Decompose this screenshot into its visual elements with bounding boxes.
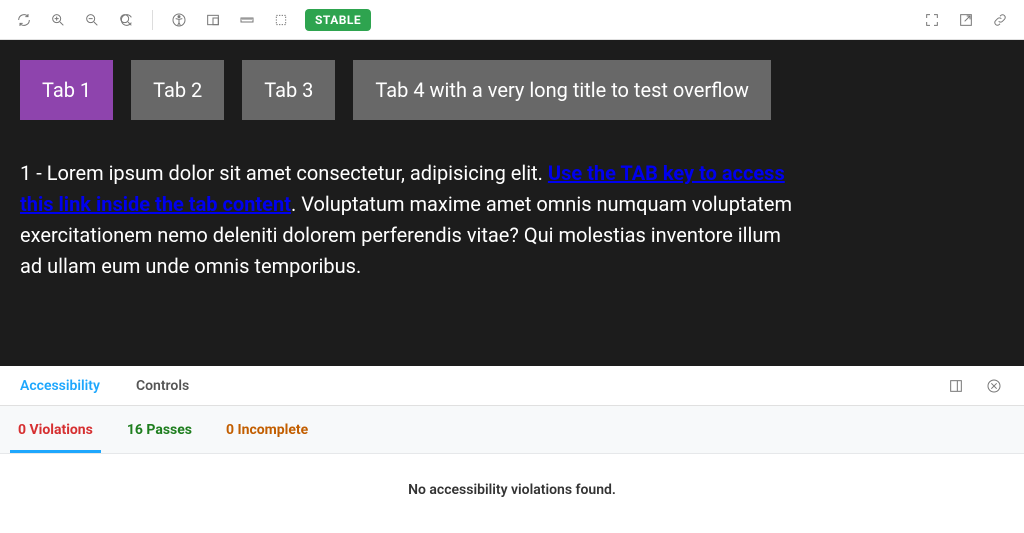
a11y-subtabs: 0 Violations 16 Passes 0 Incomplete	[0, 406, 1024, 454]
preview-canvas: Tab 1 Tab 2 Tab 3 Tab 4 with a very long…	[0, 40, 1024, 366]
tab-4[interactable]: Tab 4 with a very long title to test ove…	[353, 60, 770, 120]
close-icon[interactable]	[980, 372, 1008, 400]
outline-icon[interactable]	[265, 4, 297, 36]
toolbar: STABLE	[0, 0, 1024, 40]
subtab-incomplete[interactable]: 0 Incomplete	[224, 408, 310, 452]
content-text: 1 - Lorem ipsum dolor sit amet consectet…	[20, 161, 548, 185]
subtab-passes[interactable]: 16 Passes	[125, 408, 194, 452]
tab-accessibility[interactable]: Accessibility	[16, 368, 104, 404]
viewport-icon[interactable]	[197, 4, 229, 36]
tab-1[interactable]: Tab 1	[20, 60, 113, 120]
panel-actions	[942, 372, 1008, 400]
measure-icon[interactable]	[231, 4, 263, 36]
status-badge: STABLE	[305, 9, 371, 31]
open-external-icon[interactable]	[950, 4, 982, 36]
tab-3[interactable]: Tab 3	[242, 60, 335, 120]
divider	[152, 10, 153, 30]
addon-panel-tabs: Accessibility Controls	[0, 366, 1024, 406]
zoom-in-icon[interactable]	[42, 4, 74, 36]
toolbar-left: STABLE	[8, 4, 371, 36]
accessibility-icon[interactable]	[163, 4, 195, 36]
subtab-violations[interactable]: 0 Violations	[16, 408, 95, 452]
refresh-icon[interactable]	[8, 4, 40, 36]
sidebar-toggle-icon[interactable]	[942, 372, 970, 400]
component-tabs: Tab 1 Tab 2 Tab 3 Tab 4 with a very long…	[20, 60, 1004, 120]
fullscreen-icon[interactable]	[916, 4, 948, 36]
toolbar-right	[916, 4, 1016, 36]
zoom-out-icon[interactable]	[76, 4, 108, 36]
zoom-reset-icon[interactable]	[110, 4, 142, 36]
link-icon[interactable]	[984, 4, 1016, 36]
tab-2[interactable]: Tab 2	[131, 60, 224, 120]
tab-controls[interactable]: Controls	[132, 368, 193, 404]
tab-panel: 1 - Lorem ipsum dolor sit amet consectet…	[20, 120, 800, 282]
empty-state: No accessibility violations found.	[0, 454, 1024, 526]
